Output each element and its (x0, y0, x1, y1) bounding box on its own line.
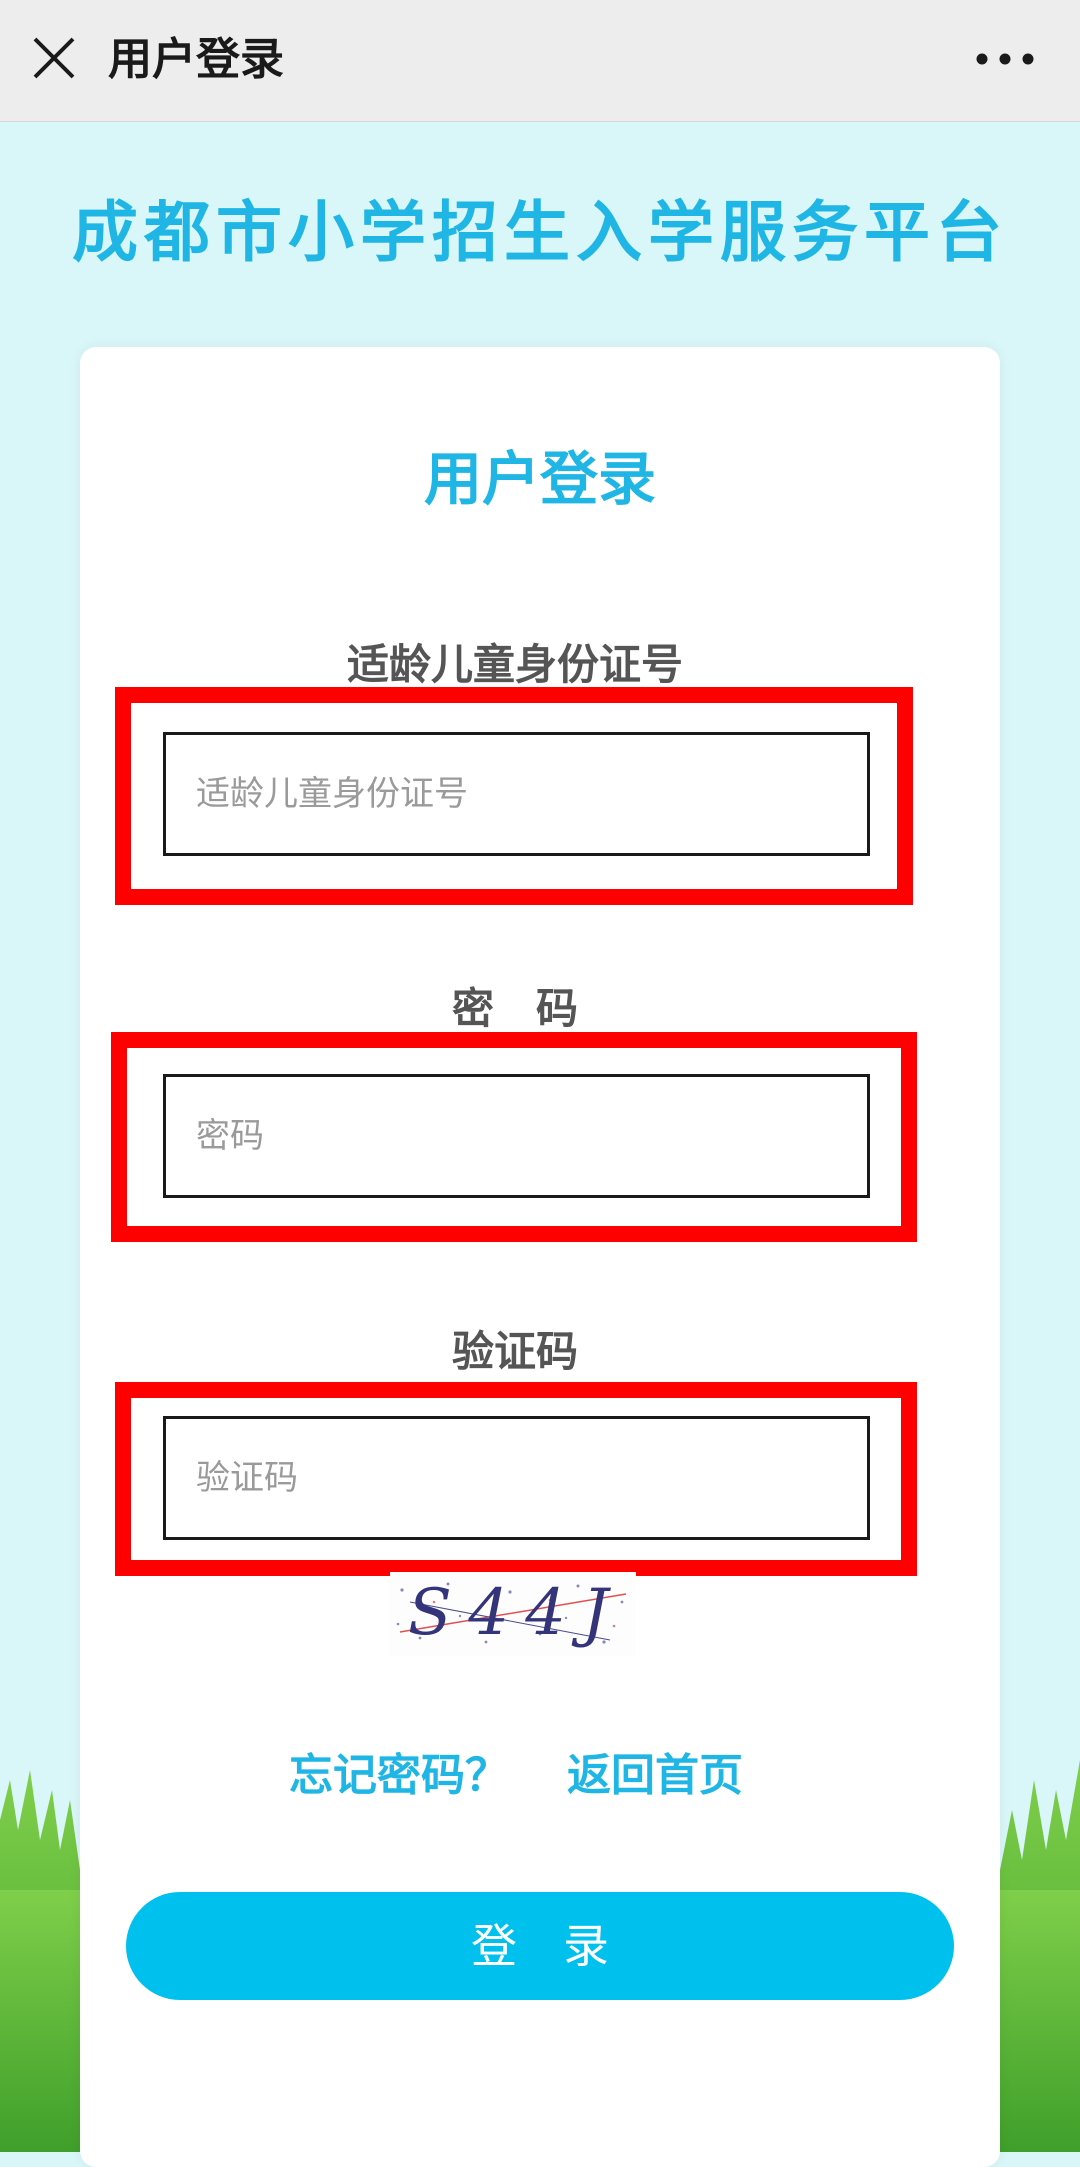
nav-title: 用户登录 (108, 34, 284, 85)
login-button[interactable]: 登 录 (126, 1892, 954, 2000)
forgot-password-link[interactable]: 忘记密码？ (289, 1746, 509, 1806)
card-title: 用户登录 (423, 445, 656, 513)
captcha-image[interactable]: S44J (390, 1572, 636, 1656)
captcha-input[interactable] (163, 1416, 870, 1540)
captcha-label: 验证码 (451, 1327, 578, 1376)
id-number-input[interactable] (163, 732, 870, 856)
platform-heading: 成都市小学招生入学服务平台 (72, 194, 1008, 271)
password-input[interactable] (163, 1074, 870, 1198)
nav-bar: 用户登录 (0, 0, 1080, 122)
more-icon[interactable] (970, 42, 1040, 76)
back-home-link[interactable]: 返回首页 (567, 1746, 743, 1806)
password-label: 密 码 (451, 984, 578, 1033)
id-number-label: 适龄儿童身份证号 (346, 640, 683, 689)
close-icon[interactable] (30, 34, 80, 84)
